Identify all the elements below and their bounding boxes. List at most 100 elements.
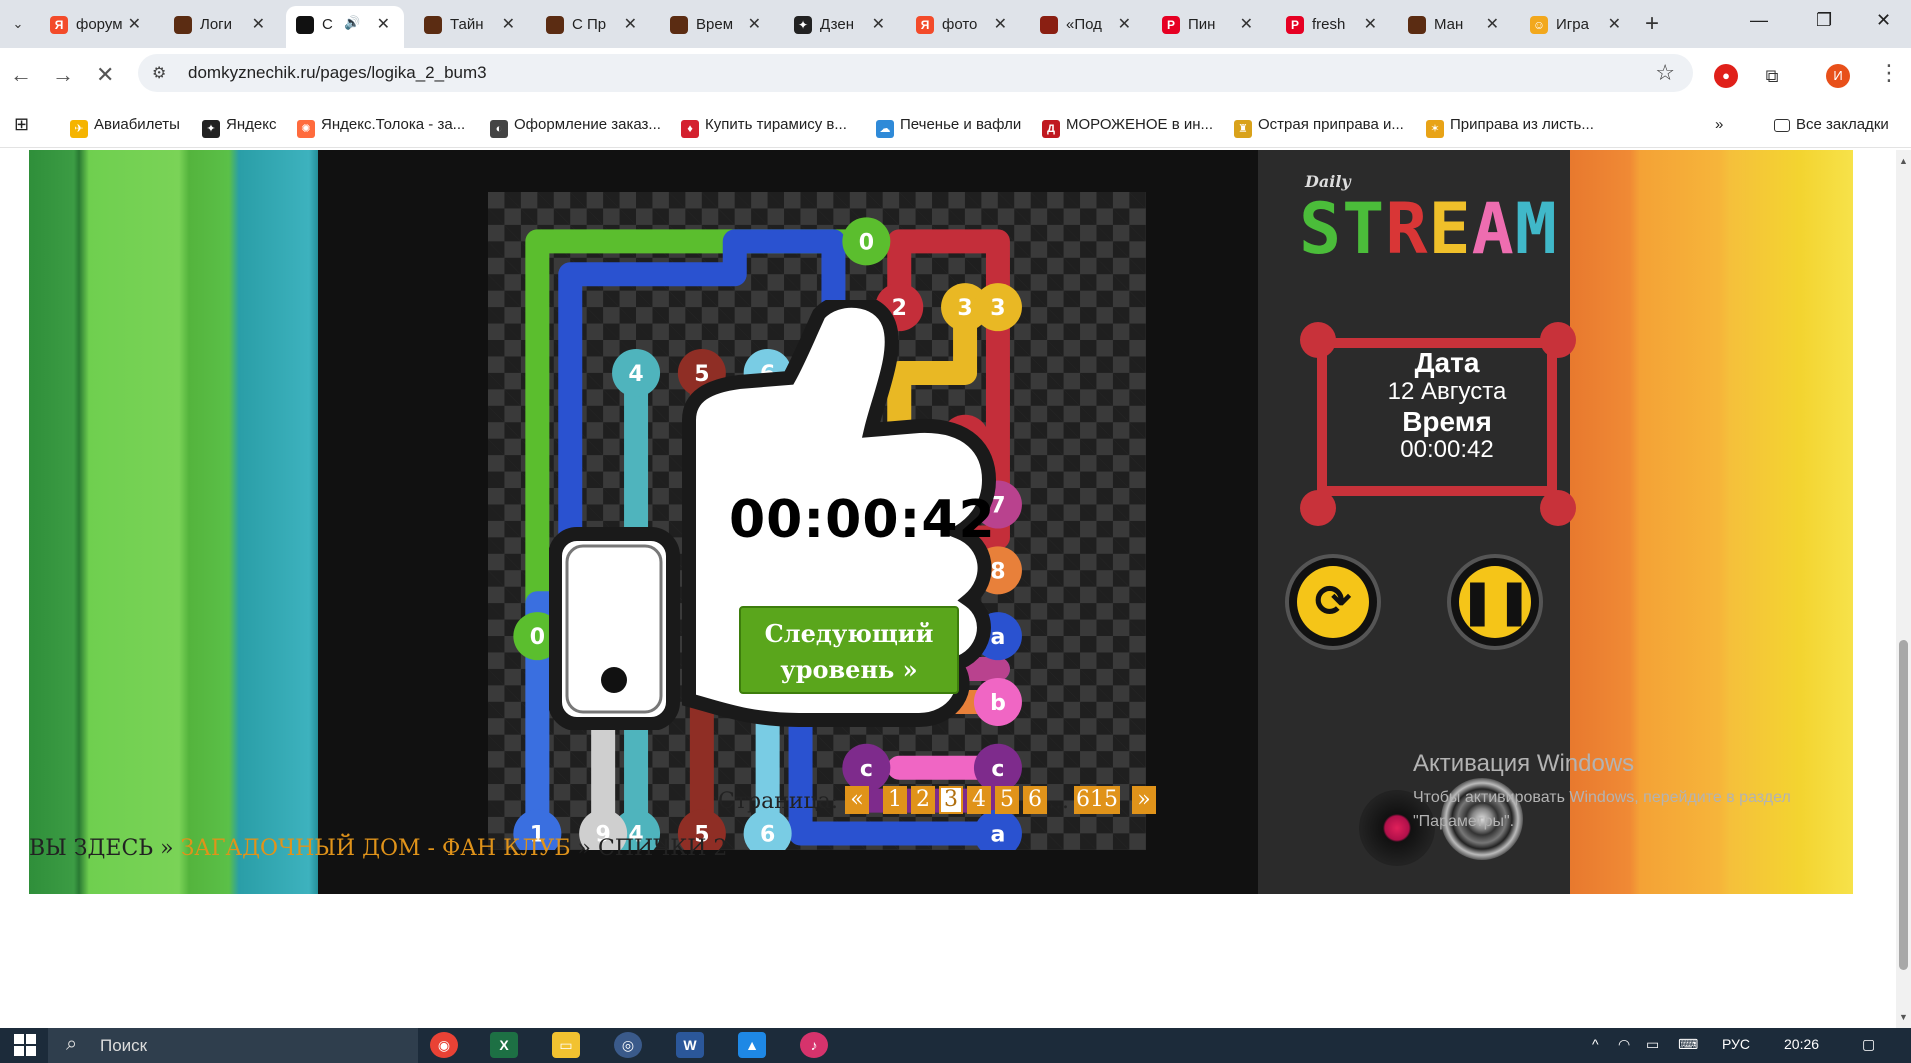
extension-icon[interactable]: ● [1714,64,1738,88]
next-level-button[interactable]: Следующий уровень » [739,606,959,694]
tab-close-icon[interactable]: ✕ [748,14,761,34]
bookmark-item[interactable]: ✺ Яндекс.Толока - за... [297,116,465,138]
close-window-icon[interactable]: ✕ [1876,10,1891,31]
browser-tab[interactable]: «Под ✕ [1030,6,1145,42]
bookmark-label: Яндекс.Толока - за... [321,116,466,133]
back-icon[interactable]: ← [10,62,32,88]
bookmark-item[interactable]: ☁ Печенье и вафли [876,116,1021,138]
endpoint-node[interactable]: a [973,809,1022,850]
breadcrumb-prefix: ВЫ ЗДЕСЬ » [29,836,174,861]
pagination-page-button[interactable]: 4 [967,786,991,814]
scrollbar-thumb[interactable] [1899,640,1908,970]
tab-close-icon[interactable]: ✕ [624,14,637,34]
browser-tab[interactable]: Яфото ✕ [906,6,1021,42]
bookmark-favicon-icon: ♜ [1234,120,1252,138]
browser-tab[interactable]: 🔊 С ✕ [286,6,404,48]
logo-stream: STREAM [1299,188,1558,270]
explorer-taskbar-icon[interactable]: ▭ [552,1032,580,1058]
scroll-down-icon[interactable]: ▼ [1899,1012,1908,1022]
music-taskbar-icon[interactable]: ♪ [800,1032,828,1058]
browser-tab[interactable]: Яфорум ✕ [40,6,155,42]
pagination-ellipsis: ... [1048,789,1069,814]
chrome-taskbar-icon[interactable]: ◉ [430,1032,458,1058]
tab-close-icon[interactable]: ✕ [1608,14,1621,34]
tab-search-dropdown-icon[interactable]: ⌄ [6,12,30,36]
pagination-page-button[interactable]: 2 [911,786,935,814]
tab-close-icon[interactable]: ✕ [1486,14,1499,34]
app-taskbar-icon[interactable]: ◎ [614,1032,642,1058]
bookmark-item[interactable]: ♦ Купить тирамису в... [681,116,847,138]
tab-close-icon[interactable]: ✕ [252,14,265,34]
tab-close-icon[interactable]: ✕ [128,14,141,34]
tab-close-icon[interactable]: ✕ [377,14,390,34]
pagination-page-button[interactable]: 5 [995,786,1019,814]
tab-close-icon[interactable]: ✕ [1240,14,1253,34]
browser-tab[interactable]: Врем ✕ [660,6,775,42]
tab-close-icon[interactable]: ✕ [1364,14,1377,34]
more-bookmarks-icon[interactable]: » [1715,116,1723,133]
excel-taskbar-icon[interactable]: X [490,1032,518,1058]
browser-tab[interactable]: ☺ Игра ✕ [1520,6,1635,42]
bookmark-star-icon[interactable]: ☆ [1655,60,1675,86]
tab-close-icon[interactable]: ✕ [502,14,515,34]
photos-taskbar-icon[interactable]: ▲ [738,1032,766,1058]
pause-button[interactable]: ❚❚ [1447,554,1543,650]
endpoint-node[interactable]: c [842,743,891,792]
notifications-icon[interactable]: ▢ [1862,1036,1875,1053]
bookmark-item[interactable]: Д МОРОЖЕНОЕ в ин... [1042,116,1213,138]
restore-icon[interactable]: ❐ [1816,10,1832,31]
pagination-prev-button[interactable]: « [845,786,869,814]
endpoint-node[interactable]: c [973,743,1022,792]
bookmark-item[interactable]: ◐ Оформление заказ... [490,116,661,138]
tab-close-icon[interactable]: ✕ [1118,14,1131,34]
browser-tab[interactable]: Pfresh ✕ [1276,6,1391,42]
bookmark-item[interactable]: ♜ Острая приправа и... [1234,116,1404,138]
tray-chevron-icon[interactable]: ^ [1592,1036,1599,1052]
all-bookmarks[interactable]: Все закладки [1774,116,1889,133]
breadcrumb-link[interactable]: ЗАГАДОЧНЫЙ ДОМ - ФАН КЛУБ [181,836,571,861]
tab-audio-icon[interactable]: 🔊 [344,15,360,31]
windows-start-icon[interactable] [14,1034,36,1056]
taskbar-search[interactable]: ⌕ Поиск [48,1028,418,1063]
minimize-icon[interactable]: — [1750,10,1768,31]
apps-grid-icon[interactable]: ⊞ [14,114,29,135]
tab-close-icon[interactable]: ✕ [994,14,1007,34]
extensions-puzzle-icon[interactable]: ⧉ [1760,64,1784,88]
site-settings-icon[interactable]: ⚙ [152,63,166,83]
pagination-page-button[interactable]: 3 [939,786,963,814]
profile-avatar[interactable]: И [1826,64,1850,88]
browser-tab[interactable]: P Пин ✕ [1152,6,1267,42]
address-bar[interactable]: ⚙ domkyznechik.ru/pages/logika_2_bum3 ☆ [138,54,1693,92]
browser-tab[interactable]: С Пр ✕ [536,6,651,42]
page-scrollbar[interactable]: ▲ ▼ [1896,150,1911,1028]
menu-kebab-icon[interactable]: ⋮ [1878,60,1900,86]
pagination-last-button[interactable]: 615 [1074,786,1120,814]
network-icon[interactable]: ◠ [1618,1036,1630,1053]
browser-tab[interactable]: Ман ✕ [1398,6,1513,42]
bookmark-item[interactable]: ✦ Яндекс [202,116,276,138]
keyboard-icon[interactable]: ⌨ [1678,1036,1698,1053]
pagination-next-button[interactable]: » [1132,786,1156,814]
bookmark-item[interactable]: ✈ Авиабилеты [70,116,180,138]
battery-icon[interactable]: ▭ [1646,1036,1659,1053]
all-bookmarks-label: Все закладки [1796,116,1889,133]
tab-close-icon[interactable]: ✕ [872,14,885,34]
endpoint-node[interactable]: 0 [842,217,891,266]
new-tab-button[interactable]: + [1645,10,1659,38]
pagination-page-button[interactable]: 1 [883,786,907,814]
language-indicator[interactable]: РУС [1722,1036,1750,1052]
scroll-up-icon[interactable]: ▲ [1899,156,1908,166]
stop-loading-icon[interactable]: ✕ [96,62,114,88]
url-text[interactable]: domkyznechik.ru/pages/logika_2_bum3 [188,63,487,83]
forward-icon[interactable]: → [52,62,74,88]
pagination-page-button[interactable]: 6 [1023,786,1047,814]
clock[interactable]: 20:26 [1784,1036,1819,1052]
bookmark-item[interactable]: ✶ Приправа из листь... [1426,116,1594,138]
word-taskbar-icon[interactable]: W [676,1032,704,1058]
browser-tab[interactable]: ✦ Дзен ✕ [784,6,899,42]
restart-button[interactable]: ⟳ [1285,554,1381,650]
tab-favicon-icon: ✦ [794,16,812,34]
browser-tab[interactable]: Логи ✕ [164,6,279,42]
browser-tab[interactable]: Тайн ✕ [414,6,529,42]
endpoint-node[interactable]: 6 [743,809,792,850]
